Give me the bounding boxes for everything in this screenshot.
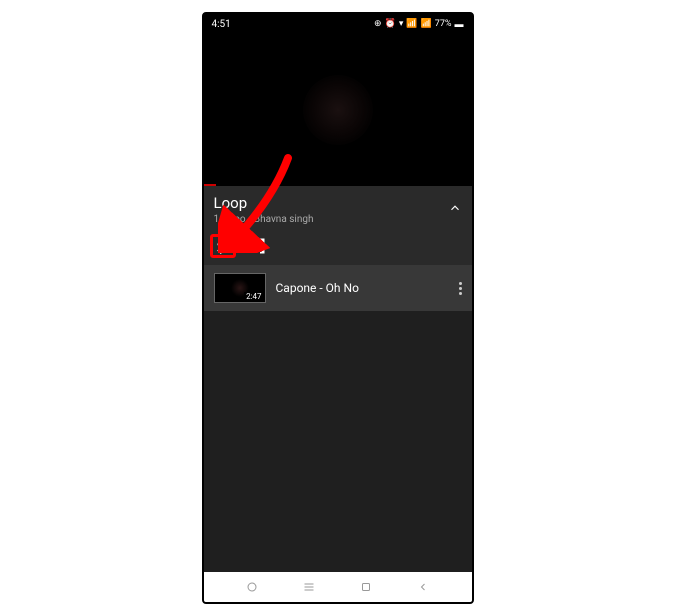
status-bar: 4:51 ⊕ ⏰ ▾ 📶 📶 77% ▬ <box>204 14 472 34</box>
more-options-icon[interactable] <box>459 282 462 295</box>
video-progress[interactable] <box>204 184 216 186</box>
system-nav-bar <box>204 572 472 602</box>
video-duration: 2:47 <box>244 292 263 301</box>
shuffle-icon[interactable] <box>246 235 268 257</box>
back-button[interactable] <box>416 580 430 594</box>
status-indicators: ⊕ ⏰ ▾ 📶 📶 77% ▬ <box>374 19 463 30</box>
playlist-controls <box>204 231 472 265</box>
playlist-header[interactable]: Loop 1 video • Bhavna singh <box>204 186 472 231</box>
video-thumbnail[interactable]: 2:47 <box>214 273 266 303</box>
recents-button[interactable] <box>245 580 259 594</box>
wifi-icon: ▾ <box>399 19 404 29</box>
notification-icon: ⊕ <box>374 19 382 29</box>
home-button[interactable] <box>359 580 373 594</box>
video-title: Capone - Oh No <box>276 281 449 295</box>
menu-button[interactable] <box>302 580 316 594</box>
alarm-icon: ⏰ <box>385 19 396 29</box>
playlist-item[interactable]: 2:47 Capone - Oh No <box>204 265 472 311</box>
status-time: 4:51 <box>212 19 231 30</box>
battery-text: 77% <box>435 19 452 29</box>
signal-icon-2: 📶 <box>421 19 432 29</box>
playlist-scroll-area[interactable] <box>204 311 472 572</box>
battery-icon: ▬ <box>455 19 464 30</box>
chevron-up-icon[interactable] <box>448 194 462 219</box>
phone-frame: 4:51 ⊕ ⏰ ▾ 📶 📶 77% ▬ Loop 1 video • Bhav… <box>202 12 474 604</box>
loop-icon[interactable] <box>214 235 236 257</box>
playlist-info: Loop 1 video • Bhavna singh <box>214 194 314 225</box>
video-player[interactable] <box>204 34 472 186</box>
playlist-title: Loop <box>214 194 314 212</box>
playlist-subtitle: 1 video • Bhavna singh <box>214 214 314 225</box>
signal-icon: 📶 <box>406 19 417 29</box>
